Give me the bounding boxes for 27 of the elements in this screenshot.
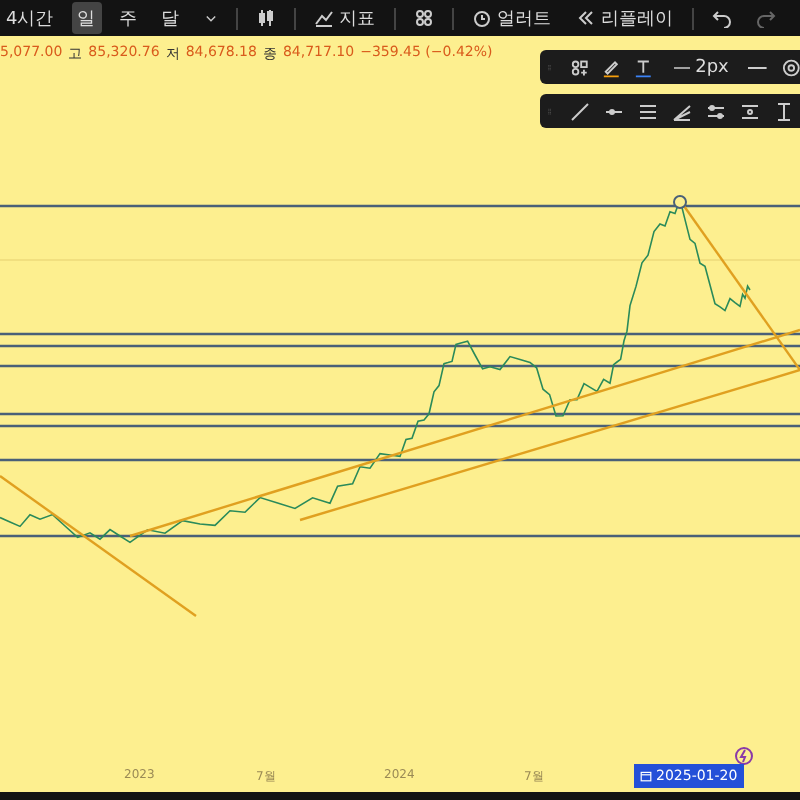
pencil-icon[interactable] bbox=[602, 57, 621, 77]
fan-lines-icon[interactable] bbox=[672, 101, 692, 121]
calendar-icon bbox=[640, 770, 652, 782]
parallel-lines-icon[interactable] bbox=[638, 101, 658, 121]
candlestick-icon bbox=[255, 8, 276, 28]
redo-icon bbox=[755, 8, 776, 28]
rewind-icon bbox=[575, 8, 596, 28]
alarm-clock-icon bbox=[471, 8, 492, 28]
target-icon bbox=[781, 57, 800, 77]
grid-icon bbox=[413, 8, 434, 28]
shapes-icon bbox=[569, 57, 589, 77]
channel-icon[interactable] bbox=[706, 101, 726, 121]
line-width-button[interactable]: 2px bbox=[667, 51, 735, 83]
interval-tab[interactable]: 주 bbox=[113, 2, 144, 34]
lightning-icon[interactable] bbox=[734, 746, 754, 766]
alert-button[interactable]: 얼러트 bbox=[465, 2, 558, 34]
bracket-icon[interactable] bbox=[774, 101, 794, 121]
trend-line-icon[interactable] bbox=[570, 101, 590, 121]
interval-tab[interactable]: 4시간 bbox=[0, 2, 60, 34]
interval-tab[interactable]: 일 bbox=[71, 2, 102, 34]
range-icon[interactable] bbox=[740, 101, 760, 121]
replay-button[interactable]: 리플레이 bbox=[569, 2, 680, 34]
undo-icon bbox=[711, 8, 732, 28]
chart-line-icon bbox=[313, 8, 334, 28]
interval-tab[interactable]: 달 bbox=[155, 2, 186, 34]
indicator-button[interactable]: 지표 bbox=[307, 2, 382, 34]
text-icon[interactable] bbox=[634, 57, 654, 77]
